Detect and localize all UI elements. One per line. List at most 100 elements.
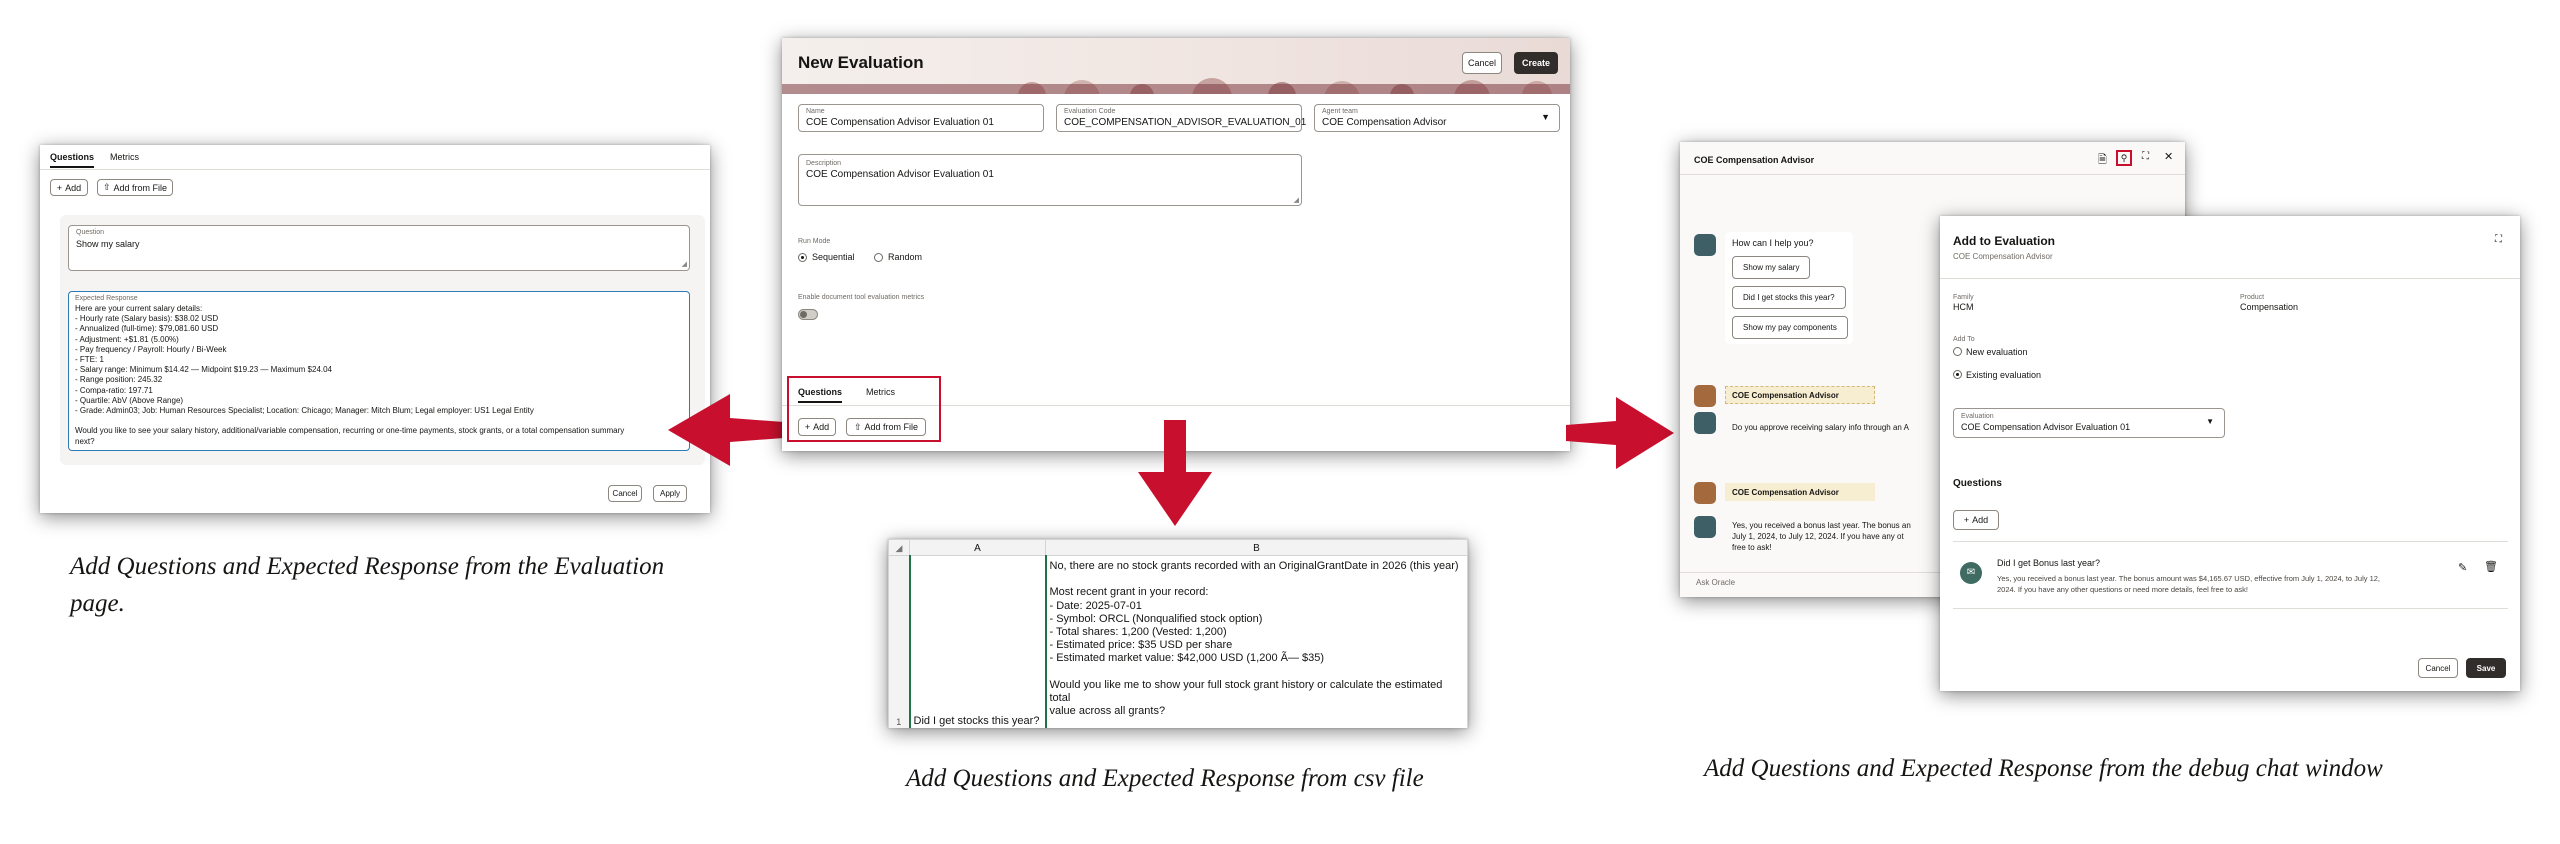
add-to-label: Add To xyxy=(1953,336,1975,343)
metrics-toggle[interactable] xyxy=(798,309,818,320)
agent-team-select[interactable]: Agent team COE Compensation Advisor ▼ xyxy=(1314,104,1560,132)
evaluation-select[interactable]: Evaluation COE Compensation Advisor Eval… xyxy=(1953,408,2225,438)
bot-avatar xyxy=(1694,234,1716,256)
caption-evaluation-page: Add Questions and Expected Response from… xyxy=(70,553,665,617)
message-line: Yes, you received a bonus last year. The… xyxy=(1732,521,1911,530)
chat-input[interactable]: Ask Oracle xyxy=(1696,578,1735,587)
evaluation-code-field[interactable]: Evaluation Code COE_COMPENSATION_ADVISOR… xyxy=(1056,104,1306,132)
expected-response-field[interactable]: Expected Response Here are your current … xyxy=(68,291,690,451)
expected-response-line: - Compa-ratio: 197.71 xyxy=(75,385,153,395)
evaluation-label: Evaluation xyxy=(1961,413,1994,420)
bot-avatar xyxy=(1694,412,1716,434)
toggle-knob xyxy=(800,311,807,318)
cancel-button[interactable]: Cancel xyxy=(2418,658,2458,678)
cancel-button[interactable]: Cancel xyxy=(608,485,642,502)
delete-icon[interactable]: 🗑 xyxy=(2484,560,2498,573)
upload-icon: ⇧ xyxy=(102,182,111,192)
run-mode-label: Run Mode xyxy=(798,238,831,245)
response-text: No, there are no stock grants recorded w… xyxy=(1050,560,1465,718)
response-cell[interactable]: No, there are no stock grants recorded w… xyxy=(1045,555,1468,728)
response-line: Most recent grant in your record: xyxy=(1049,586,1209,599)
response-line: Would you like me to show your full stoc… xyxy=(1049,678,1443,705)
chevron-down-icon[interactable]: ▼ xyxy=(1541,112,1550,122)
evaluation-code-value: COE_COMPENSATION_ADVISOR_EVALUATION_01 xyxy=(1064,117,1307,128)
resize-handle-icon[interactable]: ◢ xyxy=(1294,196,1299,204)
suggestion-chip[interactable]: Show my pay components xyxy=(1732,316,1848,339)
arrow-right-icon xyxy=(1566,397,1674,469)
expand-icon[interactable]: ⛶ xyxy=(2142,151,2149,162)
expected-response-line: Would you like to see your salary histor… xyxy=(75,426,625,436)
arrow-left-icon xyxy=(668,394,784,466)
column-header-b[interactable]: B xyxy=(1045,539,1468,556)
question-divider xyxy=(1953,541,2508,542)
description-label: Description xyxy=(806,160,842,167)
new-evaluation-label: New evaluation xyxy=(1966,347,2028,357)
resize-handle-icon[interactable]: ◢ xyxy=(682,260,687,268)
suggestion-chip[interactable]: Did I get stocks this year? xyxy=(1732,286,1846,309)
tab-metrics[interactable]: Metrics xyxy=(110,152,139,162)
question-field[interactable]: Question Show my salary ◢ xyxy=(68,225,690,271)
expected-response-line: - Adjustment: +$1.81 (5.00%) xyxy=(75,334,179,344)
add-from-file-button[interactable]: ⇧ Add from File xyxy=(97,179,173,196)
expected-response-line: - Pay frequency / Payroll: Hourly / Bi-W… xyxy=(75,344,227,354)
highlight-box xyxy=(787,376,941,442)
tab-questions[interactable]: Questions xyxy=(50,152,95,168)
consent-message: Do you approve receiving salary info thr… xyxy=(1732,423,1909,432)
questions-editor-panel: Questions Metrics + Add ⇧ Add from File Qu… xyxy=(40,145,710,513)
description-value: COE Compensation Advisor Evaluation 01 xyxy=(806,169,994,180)
bot-avatar xyxy=(1694,516,1716,538)
chat-title: COE Compensation Advisor xyxy=(1694,155,1815,165)
question-cell[interactable]: Did I get stocks this year? xyxy=(908,555,1047,728)
message-line: free to ask! xyxy=(1732,543,1772,552)
caption-debug-chat: Add Questions and Expected Response from… xyxy=(1704,755,2383,782)
expected-response-line: - Hourly rate (Salary basis): $38.02 USD xyxy=(75,314,219,324)
document-icon[interactable]: 🗎 xyxy=(2098,151,2107,170)
question-title: Did I get Bonus last year? xyxy=(1997,558,2101,568)
edit-icon[interactable]: ✎ xyxy=(2458,561,2467,574)
question-icon: ✉ xyxy=(1960,562,1982,584)
add-button-label: Add xyxy=(65,182,82,193)
page-title: New Evaluation xyxy=(798,53,924,72)
suggestion-chip[interactable]: Show my salary xyxy=(1732,256,1811,279)
expected-response-line: - Annualized (full-time): $79,081.60 USD xyxy=(75,324,219,334)
csv-spreadsheet: ◢ A B 1 Did I get stocks this year? No, … xyxy=(888,539,1468,728)
save-button[interactable]: Save xyxy=(2466,658,2506,678)
agent-team-label: Agent team xyxy=(1322,108,1358,115)
agent-team-value: COE Compensation Advisor xyxy=(1322,117,1447,128)
row-header[interactable]: 1 xyxy=(888,555,910,728)
question-divider xyxy=(1953,608,2508,609)
question-value: Show my salary xyxy=(76,239,140,249)
questions-heading: Questions xyxy=(1953,478,2002,489)
response-line: - Symbol: ORCL (Nonqualified stock optio… xyxy=(1049,612,1263,625)
existing-evaluation-label: Existing evaluation xyxy=(1966,370,2042,380)
name-field[interactable]: Name COE Compensation Advisor Evaluation… xyxy=(798,104,1044,132)
radio-new-evaluation[interactable] xyxy=(1953,347,1962,356)
expected-response-line xyxy=(75,416,687,426)
expand-icon[interactable]: ⛶ xyxy=(2495,234,2502,245)
family-value: HCM xyxy=(1953,302,1974,312)
answer-line: 2024. If you have any other questions or… xyxy=(1997,585,2248,594)
chevron-down-icon[interactable]: ▼ xyxy=(2206,417,2214,426)
create-button[interactable]: Create xyxy=(1514,52,1558,74)
close-icon[interactable]: ✕ xyxy=(2164,150,2173,163)
column-header-a[interactable]: A xyxy=(909,539,1046,556)
agent-name: COE Compensation Advisor xyxy=(1732,488,1839,497)
plus-icon: + xyxy=(56,182,63,193)
radio-sequential[interactable] xyxy=(798,253,807,262)
cancel-button[interactable]: Cancel xyxy=(1462,52,1502,74)
question-answer: Yes, you received a bonus last year. The… xyxy=(1997,573,2380,595)
corner-cell: ◢ xyxy=(888,539,910,556)
expected-response-line: next? xyxy=(75,436,95,446)
add-button[interactable]: + Add xyxy=(1953,510,1999,530)
radio-existing-evaluation[interactable] xyxy=(1953,370,1962,379)
apply-button[interactable]: Apply xyxy=(653,485,687,502)
add-button[interactable]: + Add xyxy=(50,179,88,196)
response-line: - Total shares: 1,200 (Vested: 1,200) xyxy=(1049,626,1227,639)
greeting-text: How can I help you? xyxy=(1732,238,1814,248)
arrow-down-icon xyxy=(1138,420,1212,526)
description-field[interactable]: Description COE Compensation Advisor Eva… xyxy=(798,154,1302,206)
evaluation-value: COE Compensation Advisor Evaluation 01 xyxy=(1961,422,2131,432)
radio-random[interactable] xyxy=(874,253,883,262)
response-line: - Date: 2025-07-01 xyxy=(1049,599,1142,612)
pin-icon[interactable]: ⚲ xyxy=(2116,150,2132,166)
